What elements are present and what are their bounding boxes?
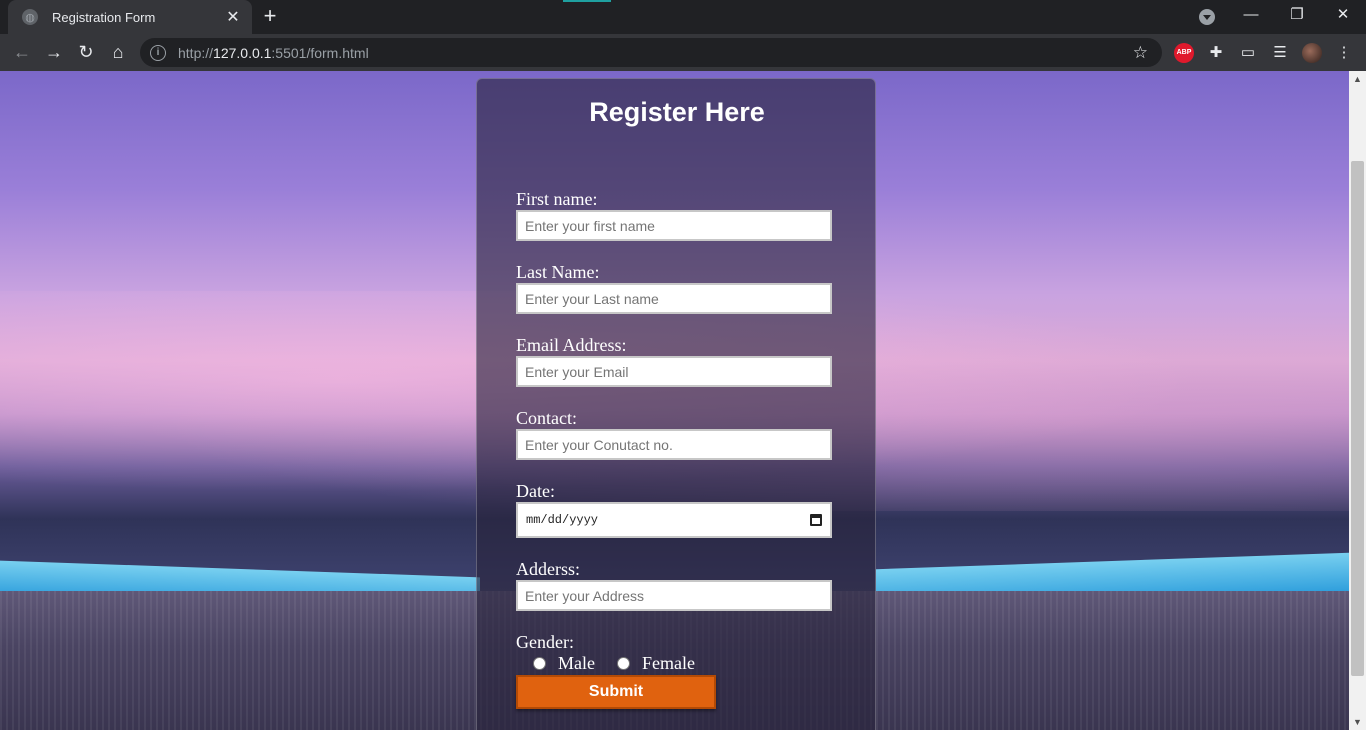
female-radio-label[interactable]: Female xyxy=(642,653,695,674)
address-label: Adderss: xyxy=(516,559,580,579)
cast-icon[interactable]: ▭ xyxy=(1238,43,1258,63)
tab-strip: ◍ Registration Form ✕ + — ❐ ✕ xyxy=(0,0,1366,34)
browser-tab[interactable]: ◍ Registration Form ✕ xyxy=(8,0,252,34)
last-name-input[interactable] xyxy=(516,283,832,314)
gender-options: Male Female xyxy=(533,653,695,674)
date-value: mm/dd/yyyy xyxy=(526,513,599,527)
address-bar[interactable]: i http://127.0.0.1:5501/form.html ☆ xyxy=(140,38,1162,67)
page-background: Register Here First name: Last Name: Ema… xyxy=(0,71,1349,730)
scroll-down-arrow-icon[interactable]: ▼ xyxy=(1349,714,1366,730)
close-window-button[interactable]: ✕ xyxy=(1320,0,1366,30)
email-label: Email Address: xyxy=(516,335,627,355)
tab-title: Registration Form xyxy=(52,9,156,25)
male-radio-label[interactable]: Male xyxy=(558,653,595,674)
first-name-label: First name: xyxy=(516,189,598,209)
tab-close-icon[interactable]: ✕ xyxy=(224,7,242,27)
female-radio[interactable] xyxy=(616,657,630,670)
form-title: Register Here xyxy=(589,97,765,127)
first-name-input[interactable] xyxy=(516,210,832,241)
address-input[interactable] xyxy=(516,580,832,611)
menu-kebab-icon[interactable]: ⋮ xyxy=(1334,43,1354,63)
calendar-icon[interactable] xyxy=(810,514,822,526)
last-name-label: Last Name: xyxy=(516,262,600,282)
reload-icon[interactable]: ↻ xyxy=(72,38,100,66)
bookmark-star-icon[interactable]: ☆ xyxy=(1133,43,1148,63)
tab-search-icon[interactable] xyxy=(1199,9,1215,25)
scrollbar-thumb[interactable] xyxy=(1351,161,1364,676)
home-icon[interactable]: ⌂ xyxy=(104,38,132,66)
male-radio[interactable] xyxy=(533,657,546,670)
submit-button[interactable]: Submit xyxy=(516,675,716,709)
site-info-icon[interactable]: i xyxy=(150,44,166,61)
date-input[interactable]: mm/dd/yyyy xyxy=(516,502,832,538)
restore-button[interactable]: ❐ xyxy=(1274,0,1320,30)
adblock-extension-icon[interactable]: ABP xyxy=(1174,43,1194,63)
minimize-button[interactable]: — xyxy=(1228,0,1274,30)
date-label: Date: xyxy=(516,481,555,501)
scroll-up-arrow-icon[interactable]: ▲ xyxy=(1349,71,1366,87)
tab-group-indicator xyxy=(563,0,611,2)
back-arrow-icon[interactable]: ← xyxy=(8,38,36,66)
page-scrollbar[interactable]: ▲ ▼ xyxy=(1349,71,1366,730)
media-queue-icon[interactable]: ☰ xyxy=(1270,43,1290,63)
gender-label: Gender: xyxy=(516,632,574,652)
globe-icon: ◍ xyxy=(22,9,38,25)
url-text[interactable]: http://127.0.0.1:5501/form.html xyxy=(178,45,1133,61)
registration-form: Register Here First name: Last Name: Ema… xyxy=(476,78,876,730)
browser-toolbar: ← → ↻ ⌂ i http://127.0.0.1:5501/form.htm… xyxy=(0,34,1366,71)
new-tab-button[interactable]: + xyxy=(258,4,282,28)
email-input[interactable] xyxy=(516,356,832,387)
forward-arrow-icon[interactable]: → xyxy=(40,38,68,66)
extensions-puzzle-icon[interactable]: ✚ xyxy=(1206,43,1226,63)
contact-input[interactable] xyxy=(516,429,832,460)
contact-label: Contact: xyxy=(516,408,577,428)
profile-avatar[interactable] xyxy=(1302,43,1322,63)
